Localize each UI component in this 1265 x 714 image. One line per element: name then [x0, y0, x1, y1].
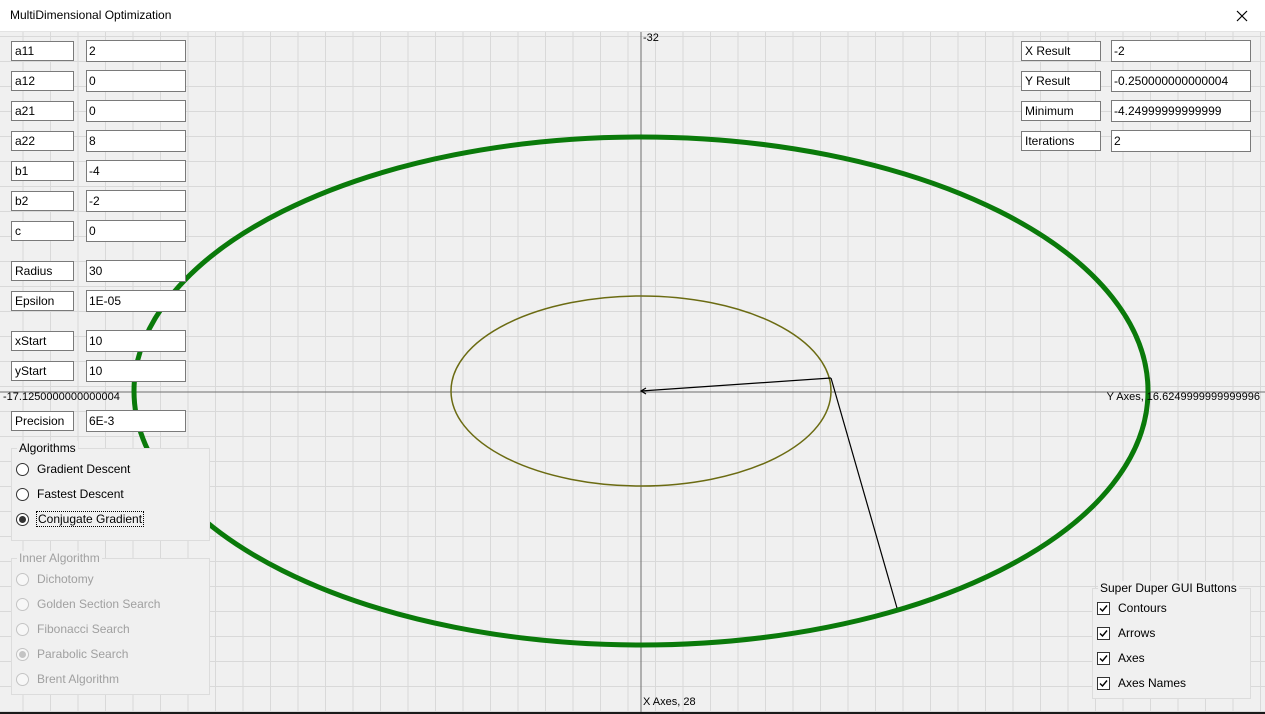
close-icon — [1236, 10, 1248, 21]
title-bar: MultiDimensional Optimization — [0, 0, 1265, 32]
axis-right-label: Y Axes, 16.6249999999999996 — [1106, 391, 1260, 403]
param-label-b2: b2 — [11, 191, 74, 211]
param-label-precision: Precision — [11, 411, 74, 431]
display-options-group: Super Duper GUI Buttons Contours Arrows … — [1092, 581, 1251, 699]
radio-fastest-descent[interactable]: Fastest Descent — [16, 485, 124, 503]
param-input-ystart[interactable] — [86, 360, 186, 382]
result-label-iterations: Iterations — [1021, 131, 1101, 151]
result-value-y[interactable] — [1111, 70, 1251, 92]
radio-icon — [16, 622, 29, 636]
param-input-c[interactable] — [86, 220, 186, 242]
radio-dichotomy[interactable]: Dichotomy — [16, 570, 94, 588]
param-label-a22: a22 — [11, 131, 74, 151]
param-label-a12: a12 — [11, 71, 74, 91]
param-input-precision[interactable] — [86, 410, 186, 432]
param-input-b2[interactable] — [86, 190, 186, 212]
param-label-a11: a11 — [11, 41, 74, 61]
param-input-a21[interactable] — [86, 100, 186, 122]
radio-icon — [16, 462, 29, 476]
checkmark-icon — [1097, 601, 1110, 615]
result-label-y: Y Result — [1021, 71, 1101, 91]
param-input-a11[interactable] — [86, 40, 186, 62]
close-button[interactable] — [1219, 0, 1265, 31]
param-label-epsilon: Epsilon — [11, 291, 74, 311]
axis-bottom-label: X Axes, 28 — [643, 696, 696, 708]
plot-canvas[interactable]: -32 -17.1250000000000004 Y Axes, 16.6249… — [0, 32, 1265, 712]
checkmark-icon — [1097, 676, 1110, 690]
radio-conjugate-gradient[interactable]: Conjugate Gradient — [16, 510, 145, 528]
algorithms-title: Algorithms — [17, 441, 78, 455]
radio-icon — [16, 487, 29, 501]
radio-icon — [16, 572, 29, 586]
param-label-ystart: yStart — [11, 361, 74, 381]
param-input-a12[interactable] — [86, 70, 186, 92]
inner-algorithm-title: Inner Algorithm — [17, 551, 102, 565]
result-label-minimum: Minimum — [1021, 101, 1101, 121]
checkbox-contours[interactable]: Contours — [1097, 599, 1167, 617]
checkmark-icon — [1097, 651, 1110, 665]
radio-fibonacci-search[interactable]: Fibonacci Search — [16, 620, 130, 638]
display-options-title: Super Duper GUI Buttons — [1098, 581, 1239, 595]
inner-algorithm-group: Inner Algorithm Dichotomy Golden Section… — [11, 551, 210, 695]
param-label-radius: Radius — [11, 261, 74, 281]
param-input-xstart[interactable] — [86, 330, 186, 352]
param-input-b1[interactable] — [86, 160, 186, 182]
param-label-b1: b1 — [11, 161, 74, 181]
window-title: MultiDimensional Optimization — [10, 8, 172, 22]
param-label-xstart: xStart — [11, 331, 74, 351]
checkbox-axes[interactable]: Axes — [1097, 649, 1145, 667]
radio-golden-section-search[interactable]: Golden Section Search — [16, 595, 160, 613]
radio-brent-algorithm[interactable]: Brent Algorithm — [16, 670, 119, 688]
result-label-x: X Result — [1021, 41, 1101, 61]
result-value-minimum[interactable] — [1111, 100, 1251, 122]
checkmark-icon — [1097, 626, 1110, 640]
result-value-x[interactable] — [1111, 40, 1251, 62]
checkbox-arrows[interactable]: Arrows — [1097, 624, 1155, 642]
param-label-c: c — [11, 221, 74, 241]
axis-left-label: -17.1250000000000004 — [3, 391, 120, 403]
radio-gradient-descent[interactable]: Gradient Descent — [16, 460, 130, 478]
param-input-epsilon[interactable] — [86, 290, 186, 312]
result-value-iterations[interactable] — [1111, 130, 1251, 152]
checkbox-axes-names[interactable]: Axes Names — [1097, 674, 1186, 692]
radio-icon — [16, 597, 29, 611]
param-label-a21: a21 — [11, 101, 74, 121]
param-input-radius[interactable] — [86, 260, 186, 282]
optimization-path — [639, 377, 898, 609]
axis-top-label: -32 — [643, 32, 659, 44]
param-input-a22[interactable] — [86, 130, 186, 152]
radio-parabolic-search[interactable]: Parabolic Search — [16, 645, 128, 663]
radio-icon — [16, 672, 29, 686]
radio-checked-icon — [16, 512, 29, 526]
radio-checked-icon — [16, 647, 29, 661]
algorithms-group: Algorithms Gradient Descent Fastest Desc… — [11, 441, 210, 541]
